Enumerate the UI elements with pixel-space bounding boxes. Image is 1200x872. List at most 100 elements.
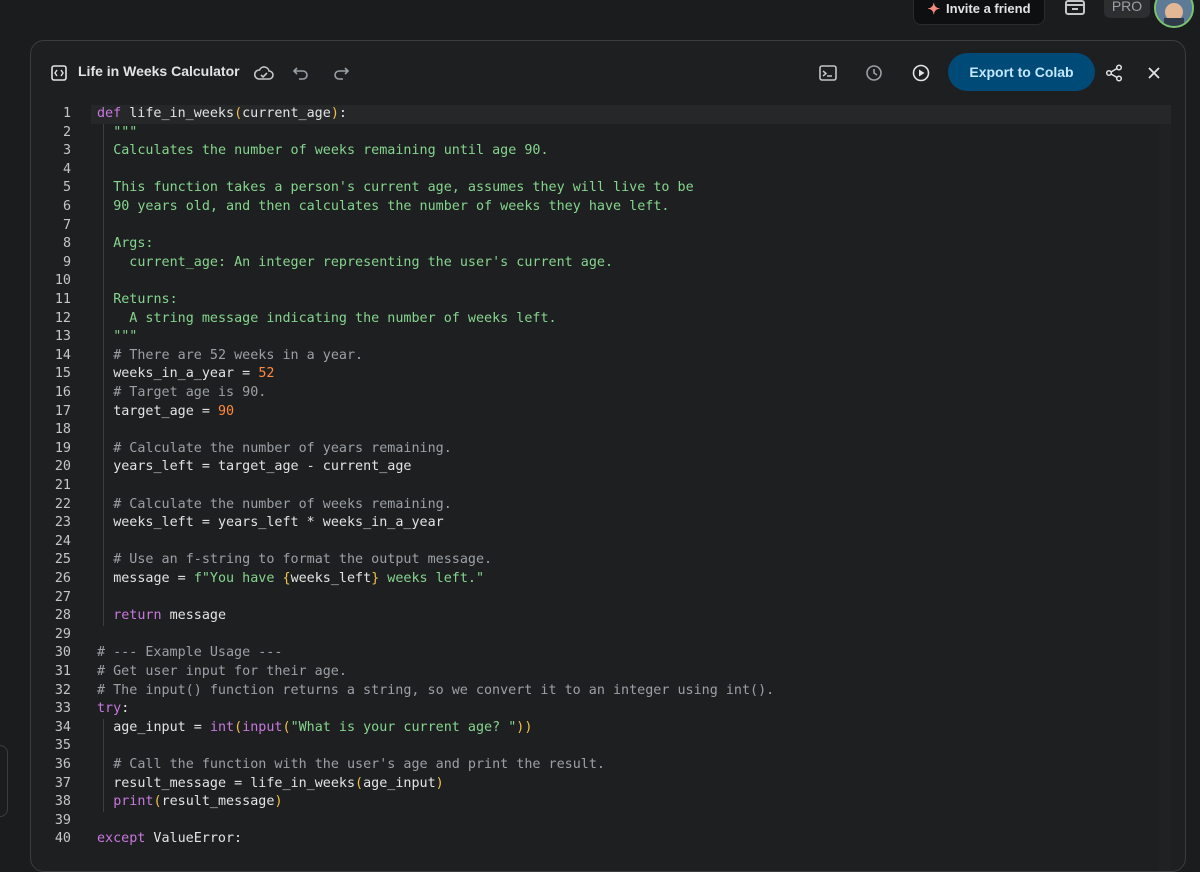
line-number: 33 bbox=[54, 701, 71, 717]
code-token: ( bbox=[355, 775, 364, 791]
code-editor[interactable]: 1 def life_in_weeks(current_age): 2 """ 3 Cal… bbox=[31, 105, 1185, 871]
top-bar: ✦ Invite a friend PRO bbox=[0, 0, 1200, 30]
code-line[interactable]: 15 weeks_in_a_year = 52 bbox=[31, 365, 1171, 384]
redo-icon[interactable] bbox=[331, 63, 351, 83]
code-line[interactable]: 25 # Use an f-string to format the output… bbox=[31, 551, 1171, 570]
sparkle-icon: ✦ bbox=[927, 0, 941, 18]
panel-header: Life in Weeks Calculator Export to Colab bbox=[31, 41, 1185, 105]
undo-icon[interactable] bbox=[291, 63, 311, 83]
code-token: def bbox=[97, 106, 130, 121]
code-line[interactable]: 11 Returns: bbox=[31, 291, 1171, 310]
code-token: 52 bbox=[258, 366, 275, 382]
code-text: current_age: An integer representing the… bbox=[113, 254, 613, 273]
code-token: current_age bbox=[242, 106, 331, 121]
code-line[interactable]: 4 bbox=[31, 161, 1171, 180]
line-number: 38 bbox=[54, 794, 71, 810]
code-line[interactable]: 13 """ bbox=[31, 328, 1171, 347]
code-text: """ bbox=[113, 328, 137, 347]
code-text: try: bbox=[97, 700, 129, 719]
export-to-colab-button[interactable]: Export to Colab bbox=[948, 53, 1095, 91]
line-number: 7 bbox=[62, 217, 71, 233]
code-text: weeks_left = years_left * weeks_in_a_yea… bbox=[113, 514, 444, 533]
code-line[interactable]: 10 bbox=[31, 272, 1171, 291]
code-line[interactable]: 16 # Target age is 90. bbox=[31, 384, 1171, 403]
code-line[interactable]: 6 90 years old, and then calculates the n… bbox=[31, 198, 1171, 217]
code-token: # Call the function with the user's age … bbox=[113, 757, 605, 772]
code-line[interactable]: 26 message = f"You have {weeks_left} week… bbox=[31, 570, 1171, 589]
code-token: A string message indicating the number o… bbox=[113, 310, 557, 326]
code-line[interactable]: 7 bbox=[31, 217, 1171, 236]
invite-friend-button[interactable]: ✦ Invite a friend bbox=[913, 0, 1045, 25]
code-token: age_input = bbox=[113, 719, 210, 735]
code-line[interactable]: 30 # --- Example Usage --- bbox=[31, 644, 1171, 663]
code-line[interactable]: 9 current_age: An integer representing t… bbox=[31, 254, 1171, 273]
code-line[interactable]: 34 age_input = int(input("What is your cu… bbox=[31, 719, 1171, 738]
code-line[interactable]: 24 bbox=[31, 533, 1171, 552]
line-number: 37 bbox=[54, 775, 71, 791]
code-line[interactable]: 36 # Call the function with the user's ag… bbox=[31, 756, 1171, 775]
page-title: Life in Weeks Calculator bbox=[78, 63, 240, 79]
code-text: result_message = life_in_weeks(age_input… bbox=[113, 775, 444, 794]
code-line[interactable]: 14 # There are 52 weeks in a year. bbox=[31, 347, 1171, 366]
code-token: input bbox=[242, 719, 283, 735]
inbox-icon[interactable] bbox=[1064, 0, 1086, 16]
line-number: 30 bbox=[54, 645, 71, 661]
code-line[interactable]: 17 target_age = 90 bbox=[31, 403, 1171, 422]
code-line[interactable]: 29 bbox=[31, 626, 1171, 645]
code-line[interactable]: 20 years_left = target_age - current_age bbox=[31, 458, 1171, 477]
line-number: 27 bbox=[54, 589, 71, 605]
code-line[interactable]: 21 bbox=[31, 477, 1171, 496]
line-number: 3 bbox=[62, 143, 71, 159]
code-token: # Get user input for their age. bbox=[97, 664, 347, 679]
code-text: # Calculate the number of years remainin… bbox=[113, 440, 452, 459]
cloud-sync-icon[interactable] bbox=[253, 62, 275, 84]
code-panel: Life in Weeks Calculator Export to Colab… bbox=[30, 40, 1186, 872]
code-line[interactable]: 37 result_message = life_in_weeks(age_inp… bbox=[31, 775, 1171, 794]
line-number: 8 bbox=[62, 236, 71, 252]
code-token: weeks_in_a_year = bbox=[113, 366, 259, 382]
code-text: Returns: bbox=[113, 291, 178, 310]
code-line[interactable]: 23 weeks_left = years_left * weeks_in_a_y… bbox=[31, 514, 1171, 533]
history-icon[interactable] bbox=[863, 62, 885, 84]
code-token: : bbox=[338, 106, 347, 121]
code-line[interactable]: 12 A string message indicating the numbe… bbox=[31, 310, 1171, 329]
code-line[interactable]: 38 print(result_message) bbox=[31, 793, 1171, 812]
code-line[interactable]: 40 except ValueError: bbox=[31, 830, 1171, 849]
line-number: 12 bbox=[54, 310, 71, 326]
code-line[interactable]: 35 bbox=[31, 737, 1171, 756]
code-line[interactable]: 18 bbox=[31, 421, 1171, 440]
terminal-icon[interactable] bbox=[817, 63, 839, 83]
code-line[interactable]: 3 Calculates the number of weeks remainin… bbox=[31, 142, 1171, 161]
line-number: 21 bbox=[54, 478, 71, 493]
code-line[interactable]: 5 This function takes a person's current … bbox=[31, 179, 1171, 198]
code-line[interactable]: 27 bbox=[31, 589, 1171, 608]
code-icon bbox=[49, 63, 69, 83]
code-text: """ bbox=[113, 124, 137, 143]
code-line[interactable]: 33 try: bbox=[31, 700, 1171, 719]
line-number: 20 bbox=[54, 459, 71, 475]
code-line[interactable]: 31 # Get user input for their age. bbox=[31, 663, 1171, 682]
code-token: ( bbox=[153, 794, 162, 810]
close-icon[interactable] bbox=[1143, 62, 1165, 84]
line-number: 4 bbox=[62, 161, 71, 177]
code-line[interactable]: 32 # The input() function returns a strin… bbox=[31, 682, 1171, 701]
code-line[interactable]: 8 Args: bbox=[31, 235, 1171, 254]
share-icon[interactable] bbox=[1103, 62, 1125, 84]
code-line[interactable]: 28 return message bbox=[31, 607, 1171, 626]
code-token: """ bbox=[113, 329, 138, 345]
line-number: 16 bbox=[54, 385, 71, 400]
code-text: A string message indicating the number o… bbox=[113, 310, 556, 329]
line-number: 23 bbox=[54, 515, 71, 531]
code-token: # Target age is 90. bbox=[113, 385, 267, 400]
line-number: 1 bbox=[62, 106, 71, 121]
code-token: except bbox=[97, 831, 146, 847]
code-line[interactable]: 1 def life_in_weeks(current_age): bbox=[31, 105, 1171, 124]
code-text: This function takes a person's current a… bbox=[113, 179, 693, 198]
code-line[interactable]: 19 # Calculate the number of years remain… bbox=[31, 440, 1171, 459]
code-line[interactable]: 39 bbox=[31, 812, 1171, 831]
code-line[interactable]: 22 # Calculate the number of weeks remain… bbox=[31, 496, 1171, 515]
code-token: life_in_weeks bbox=[129, 106, 235, 121]
avatar[interactable] bbox=[1154, 0, 1194, 28]
run-icon[interactable] bbox=[910, 62, 932, 84]
code-line[interactable]: 2 """ bbox=[31, 124, 1171, 143]
